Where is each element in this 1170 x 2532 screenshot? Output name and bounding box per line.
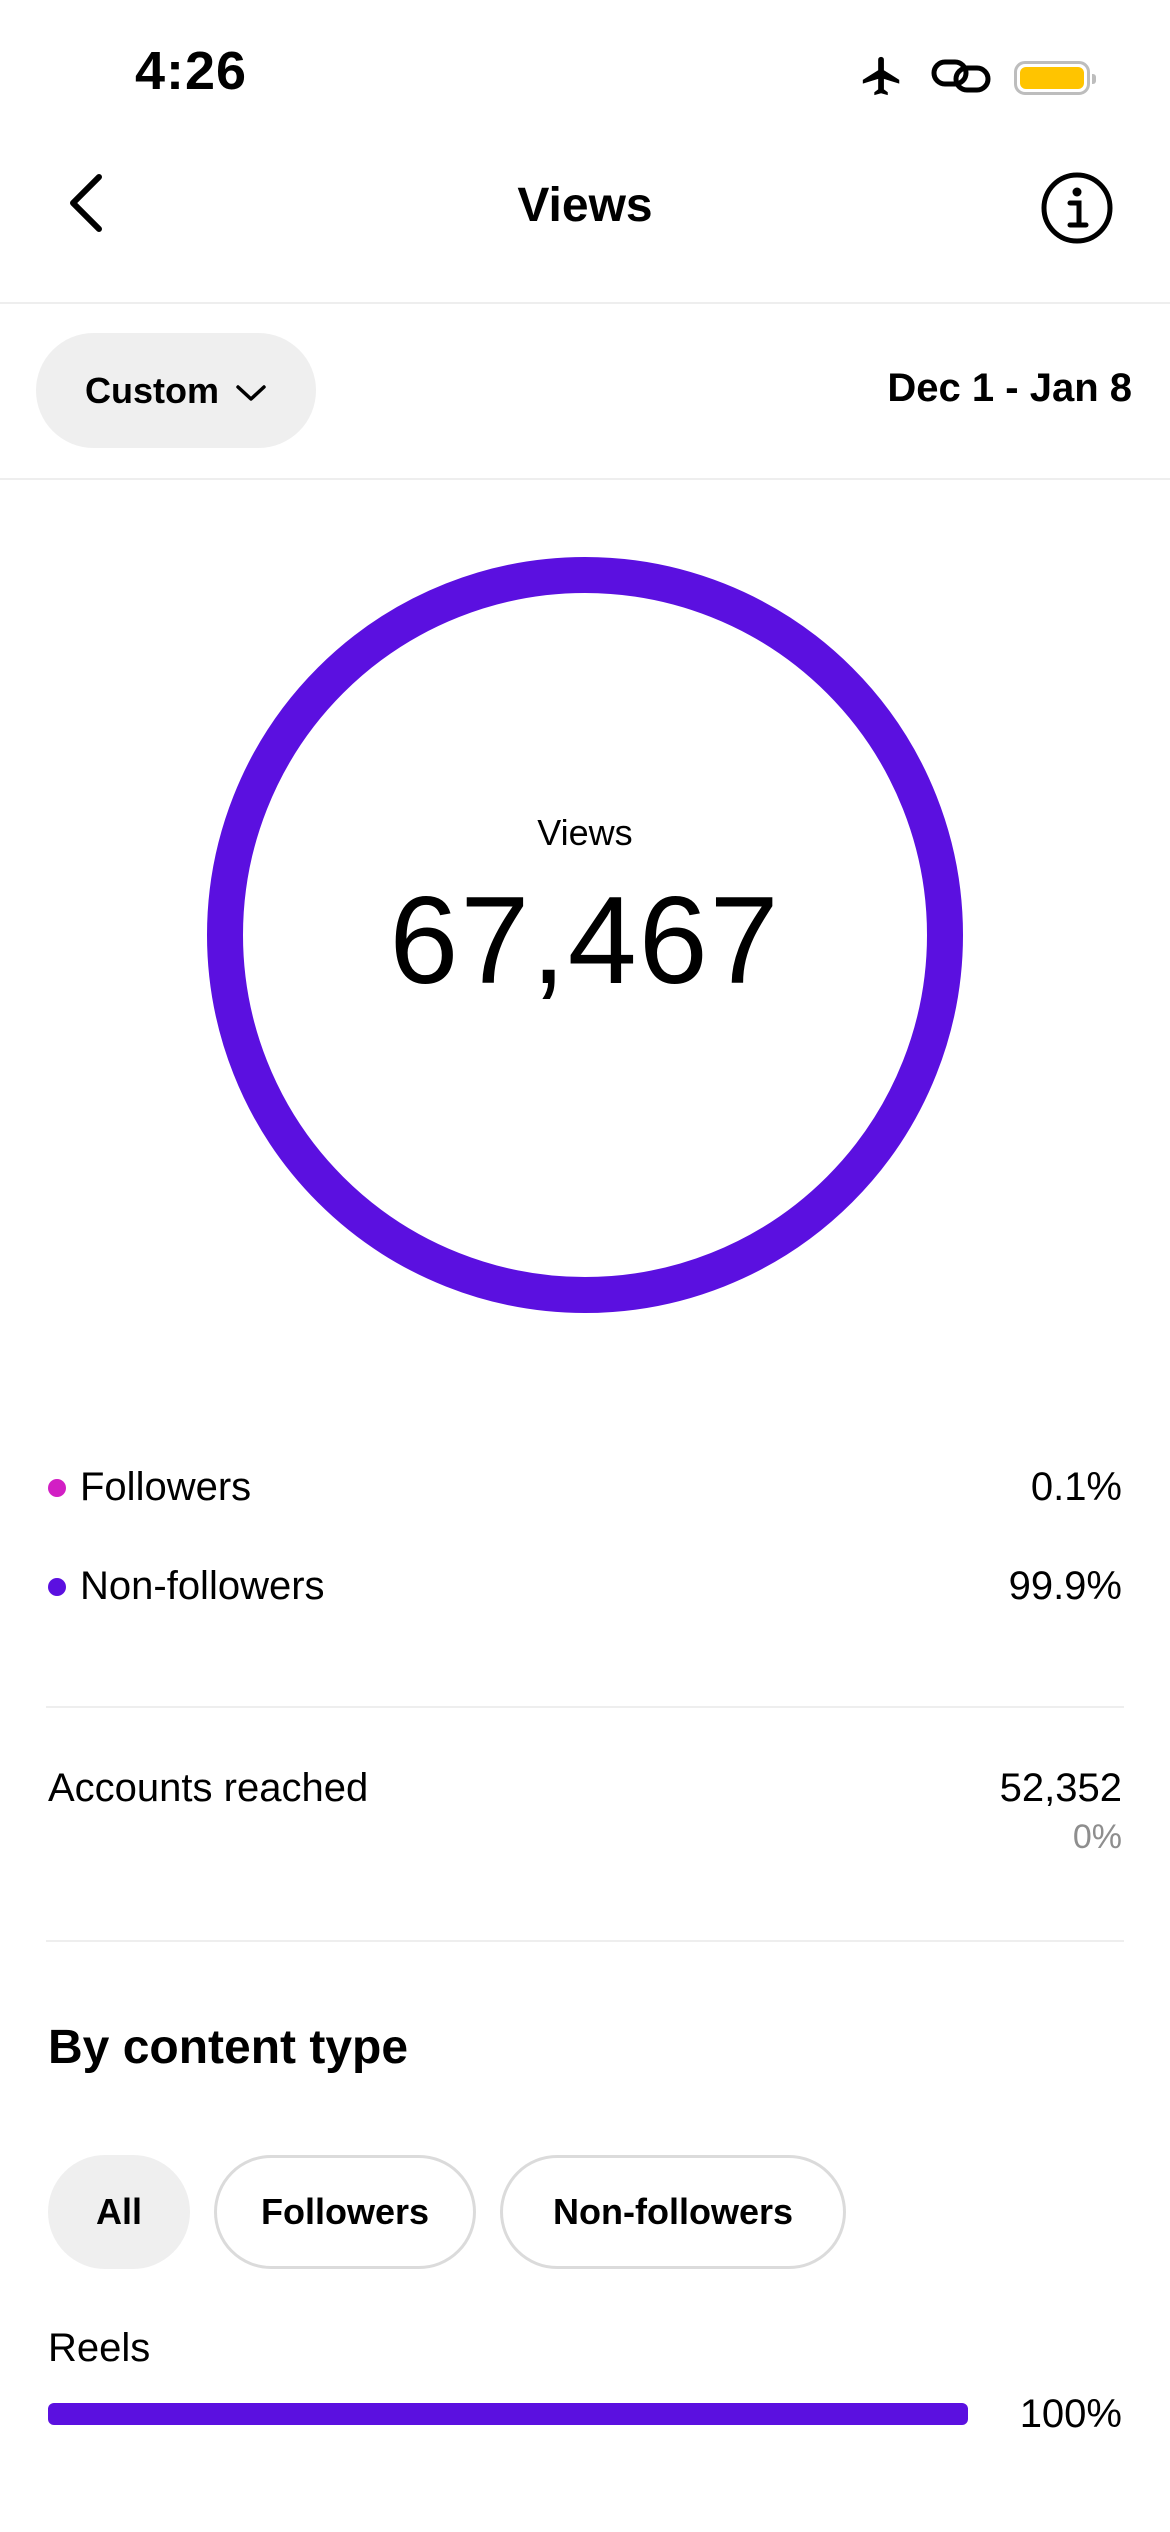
battery-cap: [1092, 74, 1096, 84]
followers-value: 0.1%: [1030, 1465, 1122, 1509]
reels-bar: [48, 2403, 968, 2425]
non-followers-dot: [48, 1577, 66, 1596]
reels-bar-fill: [48, 2403, 968, 2425]
battery-fill: [1020, 67, 1084, 89]
accounts-reached-value: 52,352: [999, 1766, 1122, 1810]
header-divider: [0, 302, 1170, 304]
page-title: Views: [517, 179, 653, 232]
chip-non-followers[interactable]: Non-followers: [500, 2155, 846, 2269]
non-followers-row: Non-followers 99.9%: [48, 1564, 1122, 1609]
accounts-reached-change: 0%: [1072, 1818, 1122, 1856]
non-followers-value: 99.9%: [1008, 1564, 1122, 1608]
content-type-title: By content type: [48, 2021, 409, 2074]
reels-label: Reels: [48, 2326, 151, 2370]
battery-icon: [1014, 61, 1096, 95]
chip-all[interactable]: All: [48, 2155, 190, 2269]
views-value: 67,467: [389, 872, 781, 1010]
chip-followers[interactable]: Followers: [214, 2155, 476, 2269]
range-dropdown[interactable]: Custom: [36, 333, 316, 448]
range-dropdown-label: Custom: [85, 369, 219, 411]
accounts-reached-row: Accounts reached 52,352: [48, 1766, 1122, 1811]
status-time: 4:26: [135, 41, 248, 101]
non-followers-label: Non-followers: [80, 1564, 325, 1608]
link-icon: [930, 54, 992, 103]
airplane-icon: [856, 53, 908, 104]
chevron-down-icon: [235, 370, 267, 412]
followers-dot: [48, 1478, 66, 1497]
views-label: Views: [537, 812, 633, 853]
followers-label: Followers: [80, 1465, 252, 1509]
followers-row: Followers 0.1%: [48, 1465, 1122, 1510]
accounts-reached-label: Accounts reached: [48, 1766, 369, 1810]
filter-divider: [0, 478, 1170, 480]
section-divider: [46, 1706, 1124, 1708]
date-range: Dec 1 - Jan 8: [887, 366, 1132, 410]
section-divider-2: [46, 1940, 1124, 1942]
info-icon: [1039, 172, 1115, 250]
reels-value: 100%: [1019, 2392, 1122, 2436]
info-button[interactable]: [1039, 170, 1115, 246]
status-icons: [856, 48, 1096, 108]
content-type-chips: All Followers Non-followers: [48, 2155, 846, 2269]
